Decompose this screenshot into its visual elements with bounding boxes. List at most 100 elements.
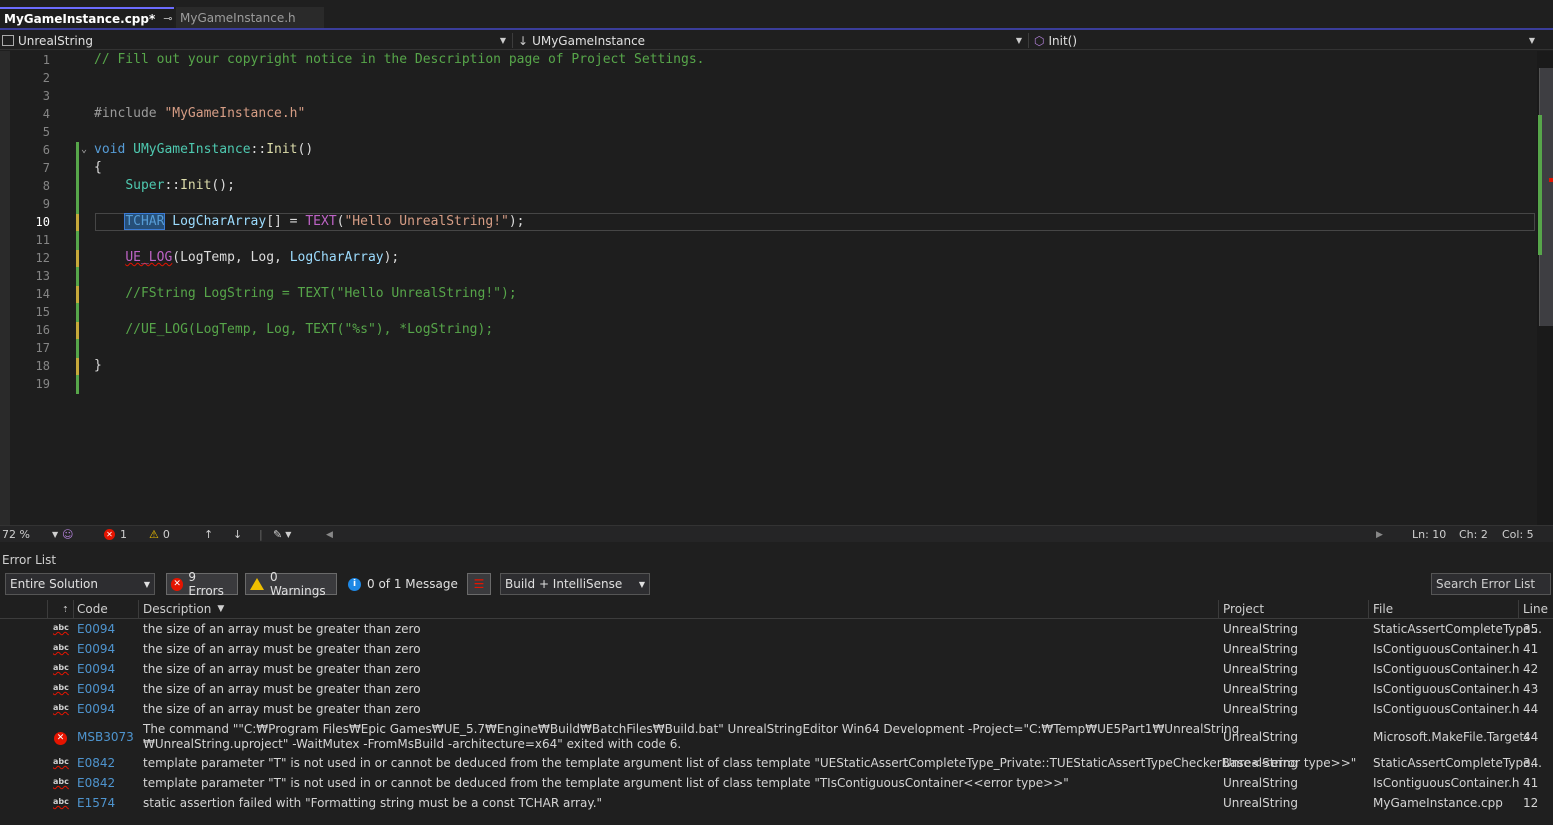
column-divider <box>1368 600 1369 618</box>
line-indicator[interactable]: Ln: 10 <box>1412 526 1446 543</box>
error-count-value: 1 <box>120 528 127 541</box>
error-code-link[interactable]: E0094 <box>77 662 115 676</box>
error-code-link[interactable]: E0094 <box>77 702 115 716</box>
search-input[interactable]: Search Error List <box>1431 573 1551 595</box>
zoom-value: 72 % <box>2 528 30 541</box>
editor-margin <box>0 51 10 525</box>
error-project: UnrealString <box>1223 796 1298 810</box>
error-file: IsContiguousContainer.h <box>1373 682 1520 696</box>
line-number: 7 <box>42 161 50 175</box>
zoom-dropdown[interactable]: 72 % ▼ <box>2 526 58 543</box>
line-number: 8 <box>42 179 50 193</box>
column-indicator[interactable]: Col: 5 <box>1502 526 1534 543</box>
scroll-right-button[interactable]: ▶ <box>1376 526 1383 543</box>
error-row[interactable]: abc E0094 the size of an array must be gre… <box>0 702 1553 720</box>
column-header-line[interactable]: Line <box>1523 600 1548 618</box>
scope-label: Entire Solution <box>10 577 98 591</box>
error-file: MyGameInstance.cpp <box>1373 796 1503 810</box>
error-row[interactable]: abc E0842 template parameter "T" is not us… <box>0 776 1553 794</box>
change-indicator <box>76 322 79 339</box>
error-description: the size of an array must be greater tha… <box>143 682 421 696</box>
column-header-label: Description <box>143 602 212 616</box>
error-code-link[interactable]: E0094 <box>77 682 115 696</box>
copilot-icon[interactable]: ☺ <box>62 526 73 543</box>
code-editor[interactable]: 1 2 3 4 5 6 7 8 9 10 11 12 13 14 15 16 17 18 19 ⌄ // Fill … <box>10 51 1537 525</box>
column-header-description[interactable]: Description ▼ <box>143 600 224 618</box>
errors-filter-button[interactable]: ✕ 9 Errors <box>166 570 238 598</box>
error-row[interactable]: abc E0842 template parameter "T" is not us… <box>0 756 1553 774</box>
project-dropdown[interactable]: UnrealString ▼ <box>0 32 510 49</box>
column-divider <box>1518 600 1519 618</box>
column-divider <box>47 600 48 618</box>
error-line: 41 <box>1523 776 1539 790</box>
error-code-link[interactable]: E0094 <box>77 622 115 636</box>
error-row[interactable]: abc E0094 the size of an array must be gre… <box>0 622 1553 640</box>
column-header-code[interactable]: Code <box>77 600 108 618</box>
class-dropdown[interactable]: ↓ UMyGameInstance ▼ <box>516 32 1026 49</box>
scope-dropdown[interactable]: Entire Solution ▼ <box>5 573 155 595</box>
warnings-filter-label: 0 Warnings <box>270 570 326 598</box>
build-filter-dropdown[interactable]: Build + IntelliSense ▼ <box>500 573 650 595</box>
project-label: UnrealString <box>18 33 93 48</box>
collapse-icon[interactable]: ⌄ <box>81 144 87 155</box>
error-code-link[interactable]: E0094 <box>77 642 115 656</box>
error-row[interactable]: abc E0094 the size of an array must be gre… <box>0 682 1553 700</box>
error-code-link[interactable]: E1574 <box>77 796 115 810</box>
column-divider <box>1218 600 1219 618</box>
search-placeholder: Search Error List <box>1436 577 1536 591</box>
sort-icon[interactable]: ⇡ <box>62 600 69 618</box>
chevron-down-icon: ▼ <box>51 530 59 539</box>
char-indicator[interactable]: Ch: 2 <box>1459 526 1488 543</box>
change-indicator <box>76 358 79 375</box>
error-description: the size of an array must be greater tha… <box>143 662 421 676</box>
divider <box>512 33 513 48</box>
intellisense-error-icon: abc <box>53 623 69 632</box>
column-header-project[interactable]: Project <box>1223 600 1264 618</box>
error-file: IsContiguousContainer.h <box>1373 702 1520 716</box>
code-line-14: //FString LogString = TEXT("Hello Unreal… <box>125 286 517 301</box>
code-cleanup-button[interactable]: ✎ ▼ <box>273 526 291 543</box>
error-row[interactable]: abc E0094 the size of an array must be gre… <box>0 642 1553 660</box>
error-file: StaticAssertCompleteType... <box>1373 756 1542 770</box>
intellisense-error-icon: abc <box>53 683 69 692</box>
tab-label: MyGameInstance.h <box>180 10 296 25</box>
error-line: 44 <box>1523 730 1539 744</box>
warning-count[interactable]: ⚠ 0 <box>149 526 170 543</box>
filter-toggle-button[interactable]: ☰ <box>467 573 491 595</box>
warnings-filter-button[interactable]: 0 Warnings <box>245 570 337 598</box>
tab-mygameinstance-h[interactable]: MyGameInstance.h <box>176 7 324 28</box>
panel-title: Error List <box>2 553 57 567</box>
member-dropdown[interactable]: ⬡ Init() ▼ <box>1032 32 1539 49</box>
pin-icon[interactable]: ⊸ <box>163 12 172 25</box>
next-issue-button[interactable]: ↓ <box>233 526 242 543</box>
line-number: 14 <box>35 287 50 301</box>
error-row[interactable]: abc E0094 the size of an array must be gre… <box>0 662 1553 680</box>
error-row[interactable]: abc E1574 static assertion failed with "Fo… <box>0 796 1553 814</box>
error-code-link[interactable]: E0842 <box>77 756 115 770</box>
line-number: 2 <box>42 71 50 85</box>
build-error-icon: ✕ <box>54 732 67 745</box>
divider: | <box>259 528 263 541</box>
error-count[interactable]: ✕ 1 <box>104 526 127 543</box>
tab-mygameinstance-cpp[interactable]: MyGameInstance.cpp* ⊸ ✕ <box>0 7 189 28</box>
column-header-file[interactable]: File <box>1373 600 1393 618</box>
error-project: UnrealString <box>1223 702 1298 716</box>
error-icon: ✕ <box>104 529 115 540</box>
error-row[interactable]: ✕ MSB3073 The command ""C:₩Program Files₩E… <box>0 722 1553 754</box>
line-number: 15 <box>35 305 50 319</box>
error-description: template parameter "T" is not used in or… <box>143 776 1069 790</box>
error-description: The command ""C:₩Program Files₩Epic Game… <box>143 722 1240 736</box>
info-icon: i <box>348 577 361 591</box>
error-code-link[interactable]: MSB3073 <box>77 730 134 744</box>
code-line-16: //UE_LOG(LogTemp, Log, TEXT("%s"), *LogS… <box>125 322 494 337</box>
scrollbar-change-marker <box>1538 115 1542 255</box>
filter-icon: ☰ <box>473 577 485 591</box>
error-description: the size of an array must be greater tha… <box>143 702 421 716</box>
previous-issue-button[interactable]: ↑ <box>204 526 213 543</box>
messages-filter-button[interactable]: i 0 of 1 Message <box>348 573 458 595</box>
chevron-down-icon: ▼ <box>285 530 292 539</box>
errors-filter-label: 9 Errors <box>188 570 224 598</box>
scroll-left-button[interactable]: ◀ <box>326 526 333 543</box>
method-icon: ⬡ <box>1034 33 1045 48</box>
error-code-link[interactable]: E0842 <box>77 776 115 790</box>
